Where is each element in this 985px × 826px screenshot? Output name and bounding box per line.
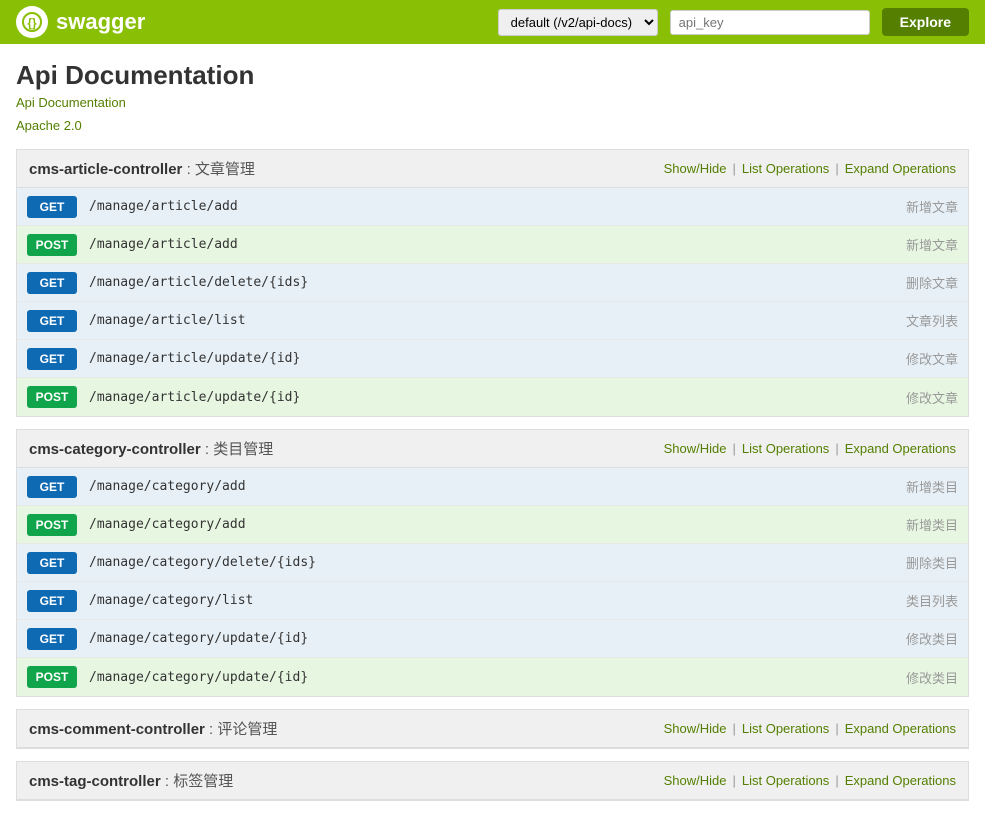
api-path: /manage/category/add — [89, 517, 878, 532]
controller-title-cms-tag-controller: cms-tag-controller : 标签管理 — [29, 770, 664, 791]
api-row[interactable]: GET/manage/category/add新增类目 — [17, 468, 968, 506]
api-desc: 删除类目 — [878, 553, 958, 572]
api-desc: 新增文章 — [878, 235, 958, 254]
api-desc: 修改文章 — [878, 388, 958, 407]
api-path: /manage/article/add — [89, 199, 878, 214]
api-docs-select[interactable]: default (/v2/api-docs) — [498, 9, 658, 36]
sep1-cms-category-controller: | — [732, 441, 735, 456]
method-badge: GET — [27, 310, 77, 332]
controller-header-cms-category-controller: cms-category-controller : 类目管理Show/Hide |… — [17, 430, 968, 468]
expand-ops-link-cms-comment-controller[interactable]: Expand Operations — [845, 721, 956, 736]
expand-ops-link-cms-category-controller[interactable]: Expand Operations — [845, 441, 956, 456]
routes-cms-article-controller: GET/manage/article/add新增文章POST/manage/ar… — [17, 188, 968, 416]
controller-section-cms-comment-controller: cms-comment-controller : 评论管理Show/Hide | L… — [16, 709, 969, 749]
api-path: /manage/category/update/{id} — [89, 670, 878, 685]
expand-ops-link-cms-tag-controller[interactable]: Expand Operations — [845, 773, 956, 788]
controllers-container: cms-article-controller : 文章管理Show/Hide|L… — [16, 149, 969, 801]
method-badge: GET — [27, 272, 77, 294]
method-badge: GET — [27, 552, 77, 574]
apikey-input[interactable] — [670, 10, 870, 35]
svg-text:{}: {} — [27, 16, 37, 30]
show-hide-link-cms-tag-controller[interactable]: Show/Hide — [664, 773, 727, 788]
sep1-cms-tag-controller: | — [732, 773, 735, 788]
header: {} swagger default (/v2/api-docs) Explor… — [0, 0, 985, 44]
sep2-cms-tag-controller: | — [835, 773, 838, 788]
method-badge: GET — [27, 196, 77, 218]
api-path: /manage/category/list — [89, 593, 878, 608]
api-desc: 修改文章 — [878, 349, 958, 368]
controller-header-cms-article-controller: cms-article-controller : 文章管理Show/Hide | L… — [17, 150, 968, 188]
controller-actions-cms-comment-controller: Show/Hide | List Operations | Expand Operati… — [664, 721, 956, 736]
routes-cms-category-controller: GET/manage/category/add新增类目POST/manage/c… — [17, 468, 968, 696]
api-row[interactable]: GET/manage/category/list类目列表 — [17, 582, 968, 620]
list-ops-link-cms-article-controller[interactable]: List Operations — [742, 161, 829, 176]
api-path: /manage/article/delete/{ids} — [89, 275, 878, 290]
api-row[interactable]: POST/manage/category/update/{id}修改类目 — [17, 658, 968, 696]
api-row[interactable]: GET/manage/article/list文章列表 — [17, 302, 968, 340]
method-badge: POST — [27, 666, 77, 688]
controller-title-cms-comment-controller: cms-comment-controller : 评论管理 — [29, 718, 664, 739]
api-desc: 新增类目 — [878, 515, 958, 534]
method-badge: POST — [27, 234, 77, 256]
api-desc: 修改类目 — [878, 629, 958, 648]
controller-section-cms-category-controller: cms-category-controller : 类目管理Show/Hide |… — [16, 429, 969, 697]
api-desc: 类目列表 — [878, 591, 958, 610]
api-desc: 修改类目 — [878, 668, 958, 687]
controller-title-cms-category-controller: cms-category-controller : 类目管理 — [29, 438, 664, 459]
api-path: /manage/category/delete/{ids} — [89, 555, 878, 570]
controller-actions-cms-article-controller: Show/Hide | List Operations | Expand Operati… — [664, 161, 956, 176]
sep1-cms-article-controller: | — [732, 161, 735, 176]
method-badge: GET — [27, 590, 77, 612]
controller-section-cms-tag-controller: cms-tag-controller : 标签管理Show/Hide | List … — [16, 761, 969, 801]
api-row[interactable]: GET/manage/article/delete/{ids}删除文章 — [17, 264, 968, 302]
api-row[interactable]: GET/manage/article/update/{id}修改文章 — [17, 340, 968, 378]
sep1-cms-comment-controller: | — [732, 721, 735, 736]
api-row[interactable]: GET/manage/article/add新增文章 — [17, 188, 968, 226]
sep2-cms-article-controller: | — [835, 161, 838, 176]
show-hide-link-cms-article-controller[interactable]: Show/Hide — [664, 161, 727, 176]
api-row[interactable]: POST/manage/article/add新增文章 — [17, 226, 968, 264]
api-path: /manage/category/add — [89, 479, 878, 494]
controller-actions-cms-tag-controller: Show/Hide | List Operations | Expand Operati… — [664, 773, 956, 788]
api-path: /manage/category/update/{id} — [89, 631, 878, 646]
api-row[interactable]: POST/manage/category/add新增类目 — [17, 506, 968, 544]
page-title: Api Documentation — [16, 60, 969, 91]
method-badge: POST — [27, 514, 77, 536]
api-desc: 文章列表 — [878, 311, 958, 330]
license-link[interactable]: Apache 2.0 — [16, 118, 969, 133]
controller-header-cms-tag-controller: cms-tag-controller : 标签管理Show/Hide | List … — [17, 762, 968, 800]
api-row[interactable]: POST/manage/article/update/{id}修改文章 — [17, 378, 968, 416]
list-ops-link-cms-tag-controller[interactable]: List Operations — [742, 773, 829, 788]
api-row[interactable]: GET/manage/category/update/{id}修改类目 — [17, 620, 968, 658]
api-path: /manage/article/add — [89, 237, 878, 252]
method-badge: POST — [27, 386, 77, 408]
api-path: /manage/article/update/{id} — [89, 351, 878, 366]
api-desc: 删除文章 — [878, 273, 958, 292]
method-badge: GET — [27, 628, 77, 650]
logo-text: swagger — [56, 9, 145, 35]
list-ops-link-cms-comment-controller[interactable]: List Operations — [742, 721, 829, 736]
sep2-cms-category-controller: | — [835, 441, 838, 456]
api-path: /manage/article/list — [89, 313, 878, 328]
logo: {} swagger — [16, 6, 145, 38]
api-desc: 新增文章 — [878, 197, 958, 216]
controller-header-cms-comment-controller: cms-comment-controller : 评论管理Show/Hide | L… — [17, 710, 968, 748]
api-desc: 新增类目 — [878, 477, 958, 496]
logo-icon: {} — [16, 6, 48, 38]
sep2-cms-comment-controller: | — [835, 721, 838, 736]
controller-actions-cms-category-controller: Show/Hide | List Operations | Expand Operati… — [664, 441, 956, 456]
api-row[interactable]: GET/manage/category/delete/{ids}删除类目 — [17, 544, 968, 582]
api-path: /manage/article/update/{id} — [89, 390, 878, 405]
method-badge: GET — [27, 348, 77, 370]
controller-title-cms-article-controller: cms-article-controller : 文章管理 — [29, 158, 664, 179]
expand-ops-link-cms-article-controller[interactable]: Expand Operations — [845, 161, 956, 176]
method-badge: GET — [27, 476, 77, 498]
list-ops-link-cms-category-controller[interactable]: List Operations — [742, 441, 829, 456]
show-hide-link-cms-category-controller[interactable]: Show/Hide — [664, 441, 727, 456]
page-subtitle-link[interactable]: Api Documentation — [16, 95, 969, 110]
show-hide-link-cms-comment-controller[interactable]: Show/Hide — [664, 721, 727, 736]
explore-button[interactable]: Explore — [882, 8, 969, 36]
controller-section-cms-article-controller: cms-article-controller : 文章管理Show/Hide | L… — [16, 149, 969, 417]
main-content: Api Documentation Api Documentation Apac… — [0, 44, 985, 817]
